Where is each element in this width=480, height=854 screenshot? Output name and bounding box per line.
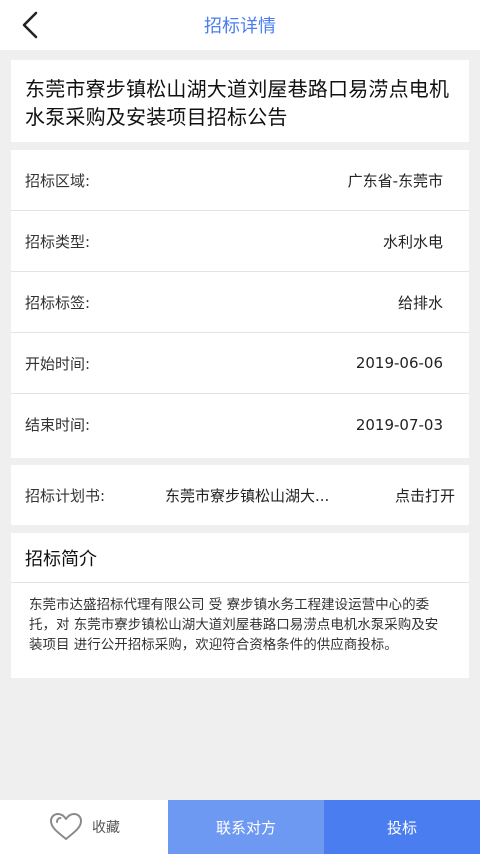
page-title: 招标详情 bbox=[204, 16, 276, 37]
info-value: 水利水电 bbox=[382, 232, 443, 251]
info-row-type: 招标类型: 水利水电 bbox=[11, 211, 469, 272]
info-row-start-date: 开始时间: 2019-06-06 bbox=[11, 333, 469, 394]
bid-button[interactable]: 投标 bbox=[324, 800, 480, 854]
plan-file-name: 东莞市寮步镇松山湖大... bbox=[165, 486, 330, 505]
back-button[interactable] bbox=[10, 5, 50, 45]
info-row-end-date: 结束时间: 2019-07-03 bbox=[11, 394, 469, 455]
info-card: 招标区域: 广东省-东莞市 招标类型: 水利水电 招标标签: 给排水 开始时间:… bbox=[11, 150, 469, 458]
top-header: 招标详情 bbox=[0, 0, 480, 50]
info-value: 2019-06-06 bbox=[355, 354, 443, 372]
plan-label: 招标计划书: bbox=[25, 486, 106, 505]
intro-card: 招标简介 东莞市达盛招标代理有限公司 受 寮步镇水务工程建设运营中心的委托，对 … bbox=[11, 533, 469, 678]
info-label: 招标标签: bbox=[25, 293, 91, 312]
info-value: 给排水 bbox=[397, 293, 443, 312]
open-plan-link[interactable]: 点击打开 bbox=[395, 485, 455, 506]
intro-body: 东莞市达盛招标代理有限公司 受 寮步镇水务工程建设运营中心的委托，对 东莞市寮步… bbox=[29, 597, 439, 653]
favorite-label: 收藏 bbox=[92, 820, 120, 836]
chevron-left-icon bbox=[22, 11, 38, 39]
info-row-tag: 招标标签: 给排水 bbox=[11, 272, 469, 333]
plan-card: 招标计划书: 东莞市寮步镇松山湖大... 点击打开 bbox=[11, 465, 469, 525]
info-value: 2019-07-03 bbox=[355, 415, 443, 434]
notice-title: 东莞市寮步镇松山湖大道刘屋巷路口易涝点电机水泵采购及安装项目招标公告 bbox=[25, 77, 450, 129]
info-label: 招标区域: bbox=[25, 171, 91, 190]
info-label: 开始时间: bbox=[25, 354, 91, 373]
info-label: 招标类型: bbox=[25, 232, 91, 251]
info-label: 结束时间: bbox=[25, 416, 91, 434]
info-row-region: 招标区域: 广东省-东莞市 bbox=[11, 150, 469, 211]
notice-title-card: 东莞市寮步镇松山湖大道刘屋巷路口易涝点电机水泵采购及安装项目招标公告 bbox=[11, 60, 469, 142]
info-value: 广东省-东莞市 bbox=[347, 171, 443, 190]
heart-outline-icon bbox=[50, 813, 82, 840]
bottom-action-bar: 收藏 联系对方 投标 bbox=[0, 800, 480, 854]
intro-heading: 招标简介 bbox=[11, 533, 469, 583]
contact-button[interactable]: 联系对方 bbox=[168, 800, 324, 854]
favorite-button[interactable]: 收藏 bbox=[0, 800, 168, 854]
